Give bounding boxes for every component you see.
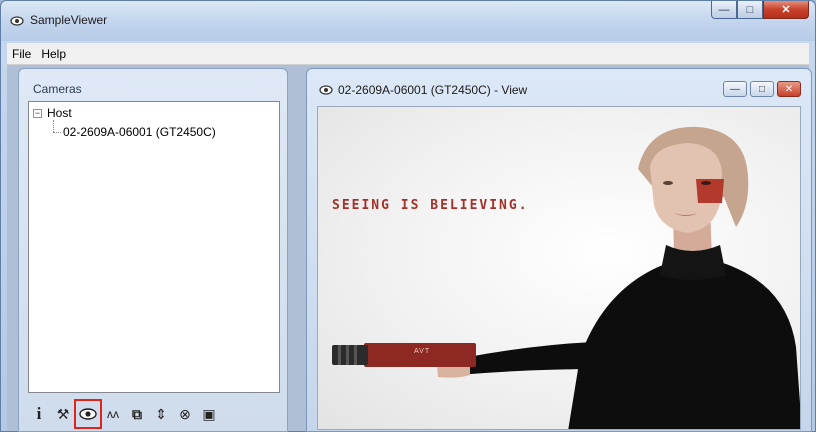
maximize-icon: □	[746, 3, 754, 16]
eye-icon	[79, 408, 97, 420]
view-minimize-button[interactable]: —	[723, 81, 747, 97]
menu-help[interactable]: Help	[36, 47, 71, 61]
tree-connector	[53, 132, 61, 133]
camera-link-button[interactable]: ⧉	[126, 403, 148, 425]
target-icon: ⊗	[179, 405, 191, 422]
view-maximize-button[interactable]: □	[750, 81, 774, 97]
menu-bar: File Help	[7, 43, 809, 65]
tree-expander[interactable]: −	[33, 109, 42, 118]
cameras-panel: Cameras − Host 02-2609A-06001 (GT2450C) …	[18, 68, 288, 432]
io-button[interactable]: ⇕	[150, 403, 172, 425]
camera-link-icon: ⧉	[132, 405, 142, 422]
minimize-icon: —	[718, 3, 730, 16]
target-button[interactable]: ⊗	[174, 403, 196, 425]
maximize-icon: □	[758, 83, 766, 95]
camera-image: SEEING IS BELIEVING. AVT	[317, 106, 801, 430]
close-icon: ✕	[781, 4, 791, 16]
info-icon: i	[36, 404, 42, 423]
cameras-panel-title: Cameras	[33, 82, 82, 96]
close-icon: ✕	[784, 83, 794, 95]
camera-view-window: 02-2609A-06001 (GT2450C) - View — □ ✕ SE…	[306, 68, 812, 432]
camera-toolbar: i ⚒ ʌʌ ⧉ ⇕ ⊗ ▣	[28, 399, 280, 429]
minimize-icon: —	[730, 83, 740, 95]
eye-icon	[319, 85, 333, 95]
menu-file[interactable]: File	[7, 47, 36, 61]
maximize-button[interactable]: □	[737, 1, 763, 19]
minimize-button[interactable]: —	[711, 1, 737, 19]
eye-icon	[10, 16, 24, 26]
camera-tree[interactable]: − Host 02-2609A-06001 (GT2450C)	[28, 101, 280, 393]
tree-node-host[interactable]: Host	[47, 106, 72, 120]
io-icon: ⇕	[155, 405, 167, 422]
close-button[interactable]: ✕	[763, 1, 809, 19]
save-button[interactable]: ▣	[198, 403, 220, 425]
save-icon: ▣	[202, 405, 216, 422]
window-title: SampleViewer	[30, 13, 108, 27]
view-close-button[interactable]: ✕	[777, 81, 801, 97]
info-button[interactable]: i	[28, 403, 50, 425]
tree-connector	[53, 120, 54, 132]
attributes-button[interactable]: ⚒	[52, 403, 74, 425]
live-view-button[interactable]	[74, 399, 102, 429]
tree-node-camera[interactable]: 02-2609A-06001 (GT2450C)	[63, 125, 216, 139]
camera-brand-label: AVT	[414, 348, 431, 355]
woman-figure-image	[332, 126, 800, 429]
waveform-icon: ʌʌ	[107, 407, 119, 421]
histogram-button[interactable]: ʌʌ	[102, 403, 124, 425]
view-window-title: 02-2609A-06001 (GT2450C) - View	[338, 83, 528, 97]
wrench-icon: ⚒	[56, 405, 70, 422]
title-bar[interactable]: SampleViewer — □ ✕	[1, 1, 815, 41]
